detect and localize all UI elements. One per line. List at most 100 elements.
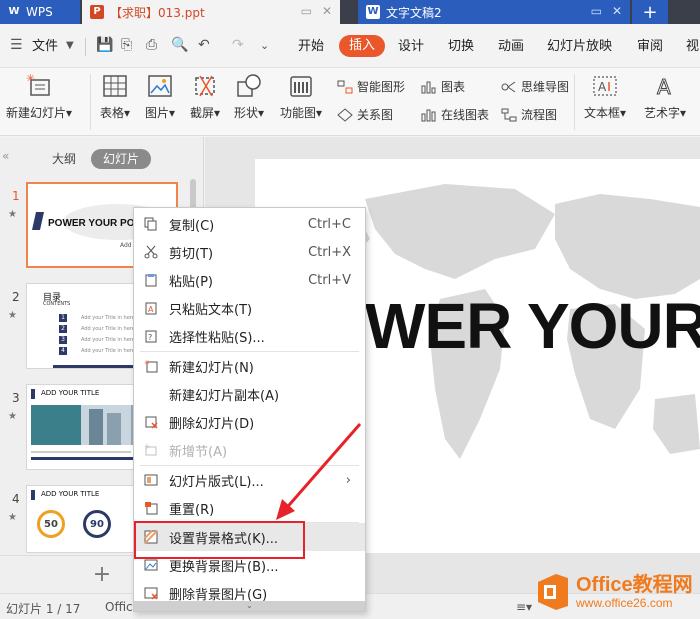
menu-copy-shortcut: Ctrl+C [307,216,351,232]
menu-delete-background-label: 删除背景图片(G) [169,587,268,603]
export-icon[interactable]: ⎘ [121,37,132,53]
monitor-icon[interactable]: ▭ [301,4,312,18]
function-chart-icon [286,72,316,100]
chart-label: 图表 [441,80,466,94]
online-chart-label: 在线图表 [441,108,490,122]
picture-label: 图片 [145,106,170,120]
redo-icon[interactable]: ↷ [232,37,244,53]
menu-duplicate-slide[interactable]: 新建幻灯片副本(A) [134,380,365,408]
shape-label: 形状 [234,106,259,120]
menu-duplicate-slide-label: 新建幻灯片副本(A) [169,388,280,404]
table-button[interactable]: 表格▾ [100,72,130,121]
smart-shape-icon [336,79,354,95]
menu-slideshow[interactable]: 幻灯片放映 [547,36,612,58]
print-icon[interactable]: ⎙ [146,37,157,53]
table-icon [100,72,130,100]
title-bar: W WPS P 【求职】013.ppt ▭ ✕ W 文字文稿2 ▭ ✕ + [0,0,700,24]
menu-animation[interactable]: 动画 [498,36,524,58]
star-icon: ★ [8,512,17,523]
star-icon: ★ [8,209,17,220]
customize-chevron-icon[interactable]: ⌄ [260,39,269,52]
picture-button[interactable]: 图片▾ [145,72,175,121]
save-icon[interactable]: 💾 [96,37,113,53]
relation-chart-button[interactable]: 关系图 [336,106,393,123]
menu-add-section[interactable]: ✳ 新增节(A) [134,436,365,464]
svg-text:A: A [657,75,671,98]
list-item: 2 Add your Title in here [59,323,135,334]
menu-paste-text-only[interactable]: A 只粘贴文本(T) [134,294,365,322]
new-slide-label: 新建幻灯片 [6,106,67,120]
watermark-title: Office教程网 [576,574,693,596]
divider [85,38,86,56]
tab-slides[interactable]: 幻灯片 [91,149,152,169]
percent-ring: 90 [83,510,111,538]
menu-paste-special-label: 选择性粘贴(S)... [169,330,265,346]
paste-text-icon: A [143,300,159,316]
menu-reset-label: 重置(R) [169,502,215,518]
slide-title[interactable]: WER YOUR [365,289,700,363]
screenshot-button[interactable]: 截屏▾ [190,72,220,121]
tab-ppt-document[interactable]: P 【求职】013.ppt ▭ ✕ [82,0,340,24]
menu-design[interactable]: 设计 [398,36,424,58]
scroll-down-icon[interactable]: ⌄ [134,601,365,611]
flowchart-button[interactable]: 流程图 [500,106,557,123]
wordart-button[interactable]: A 艺术字▾ [644,72,686,121]
menu-review[interactable]: 审阅 [637,36,663,58]
mindmap-button[interactable]: 思维导图 [500,78,569,95]
ppt-tab-label: 【求职】013.ppt [110,5,205,20]
shape-button[interactable]: 形状▾ [234,72,264,121]
textbox-icon: A [590,72,620,100]
notes-icon[interactable]: ≡▾ [516,600,532,614]
menu-reset[interactable]: 重置(R) [134,494,365,522]
theme-name[interactable]: Offic [105,600,133,614]
menu-view[interactable]: 视 [686,36,699,58]
print-preview-icon[interactable]: 🔍 [171,37,188,53]
slide-4-title: ADD YOUR TITLE [41,490,100,498]
star-icon: ★ [8,310,17,321]
screenshot-icon [190,72,220,100]
add-section-icon: ✳ [143,442,159,458]
watermark: Office教程网 www.office26.com [536,568,696,616]
function-chart-button[interactable]: 功能图▾ [280,72,322,121]
monitor-icon[interactable]: ▭ [591,4,602,18]
smart-shape-button[interactable]: 智能图形 [336,78,405,95]
chart-button[interactable]: 图表 [420,78,465,95]
wps-logo-icon: W [8,6,20,17]
slide-count: 幻灯片 1 / 17 [6,602,81,616]
menu-file[interactable]: 文件 [32,36,58,58]
undo-icon[interactable]: ↶ [198,37,210,53]
flowchart-icon [500,107,518,123]
menu-transition[interactable]: 切换 [448,36,474,58]
picture-icon [145,72,175,100]
function-chart-label: 功能图 [280,106,317,120]
menu-paste[interactable]: 粘贴(P) Ctrl+V [134,266,365,294]
close-tab-icon[interactable]: ✕ [322,4,332,18]
menu-new-slide[interactable]: ✳ 新建幻灯片(N) [134,352,365,380]
menu-home[interactable]: 开始 [298,36,324,58]
menu-insert[interactable]: 插入 [339,35,386,57]
menu-delete-slide-label: 删除幻灯片(D) [169,416,255,432]
new-slide-button[interactable]: ✳ 新建幻灯片▾ [6,72,72,121]
list-item: 4 Add your Title in here [59,345,135,356]
delete-image-icon [143,585,159,601]
menu-new-slide-label: 新建幻灯片(N) [169,360,254,376]
doc-tab-label: 文字文稿2 [386,5,442,20]
chevron-down-icon[interactable]: ▼ [66,40,74,51]
tab-word-document[interactable]: W 文字文稿2 ▭ ✕ [358,0,630,24]
menu-cut[interactable]: 剪切(T) Ctrl+X [134,238,365,266]
menu-copy[interactable]: 复制(C) Ctrl+C [134,210,365,238]
reset-icon [143,500,159,516]
close-tab-icon[interactable]: ✕ [612,4,622,18]
menu-delete-slide[interactable]: 删除幻灯片(D) [134,408,365,436]
menu-slide-layout[interactable]: 幻灯片版式(L)... › [134,466,365,494]
online-chart-button[interactable]: 在线图表 [420,106,489,123]
menu-paste-shortcut: Ctrl+V [308,272,351,288]
new-tab-button[interactable]: + [632,0,668,24]
slide-number: 3 [12,391,20,405]
textbox-button[interactable]: A 文本框▾ [584,72,626,121]
hamburger-menu-icon[interactable]: ☰ [10,37,23,53]
mindmap-label: 思维导图 [521,80,570,94]
tab-outline[interactable]: 大纲 [52,149,76,169]
menu-paste-special[interactable]: ? 选择性粘贴(S)... [134,322,365,350]
tab-wps[interactable]: W WPS [0,0,80,24]
